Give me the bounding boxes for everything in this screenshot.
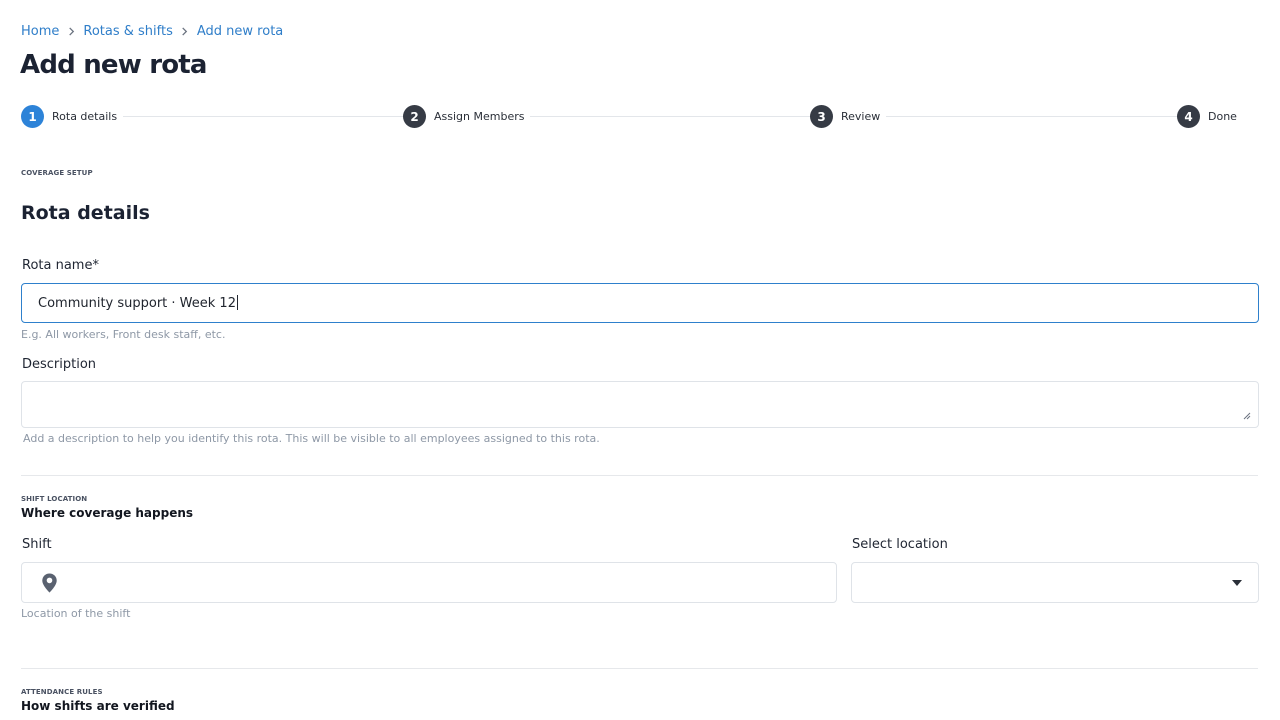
stepper-track — [51, 116, 1201, 117]
step-done[interactable]: 4 Done — [1177, 105, 1243, 128]
section-subtitle-attendance: How shifts are verified — [21, 699, 175, 713]
step-rota-details[interactable]: 1 Rota details — [21, 105, 124, 128]
map-pin-icon — [42, 573, 57, 593]
rota-name-label: Rota name* — [22, 258, 99, 273]
shift-label: Shift — [22, 537, 52, 552]
section-subtitle-shift-location: Where coverage happens — [21, 506, 194, 520]
step-number: 4 — [1177, 105, 1200, 128]
select-location-label: Select location — [852, 537, 948, 552]
step-number: 3 — [810, 105, 833, 128]
step-number: 1 — [21, 105, 44, 128]
step-label: Assign Members — [434, 110, 525, 123]
section-eyebrow-shift-location: SHIFT LOCATION — [21, 495, 88, 503]
step-number: 2 — [403, 105, 426, 128]
rota-name-input[interactable]: Community support · Week 12 — [21, 283, 1259, 323]
chevron-right-icon — [173, 26, 197, 36]
rota-name-value: Community support · Week 12 — [38, 295, 238, 311]
description-textarea[interactable] — [21, 381, 1259, 428]
breadcrumb-home-link[interactable]: Home — [21, 24, 59, 39]
section-eyebrow-coverage: COVERAGE SETUP — [21, 169, 93, 177]
shift-helper: Location of the shift — [21, 607, 131, 620]
section-eyebrow-attendance: ATTENDANCE RULES — [21, 688, 103, 696]
section-divider — [21, 668, 1258, 669]
required-mark: * — [92, 258, 99, 273]
breadcrumb: Home Rotas & shifts Add new rota — [21, 22, 283, 40]
step-assign-members[interactable]: 2 Assign Members — [403, 105, 531, 128]
section-divider — [21, 475, 1258, 476]
breadcrumb-current[interactable]: Add new rota — [197, 24, 283, 39]
step-label: Review — [841, 110, 881, 123]
page-title: Add new rota — [20, 50, 207, 80]
chevron-down-icon — [1232, 580, 1242, 586]
description-helper: Add a description to help you identify t… — [23, 432, 600, 445]
shift-location-input[interactable] — [21, 562, 837, 603]
step-label: Done — [1208, 110, 1237, 123]
location-select[interactable] — [851, 562, 1259, 603]
step-review[interactable]: 3 Review — [810, 105, 887, 128]
resize-handle-icon[interactable] — [1241, 410, 1251, 420]
rota-name-helper: E.g. All workers, Front desk staff, etc. — [21, 328, 226, 341]
text-caret — [236, 295, 238, 310]
step-label: Rota details — [52, 110, 118, 123]
section-title-rota-details: Rota details — [21, 202, 150, 224]
chevron-right-icon — [59, 26, 83, 36]
wizard-stepper: 1 Rota details 2 Assign Members 3 Review… — [21, 105, 1243, 129]
breadcrumb-rotas-link[interactable]: Rotas & shifts — [83, 24, 172, 39]
description-label: Description — [22, 357, 97, 372]
